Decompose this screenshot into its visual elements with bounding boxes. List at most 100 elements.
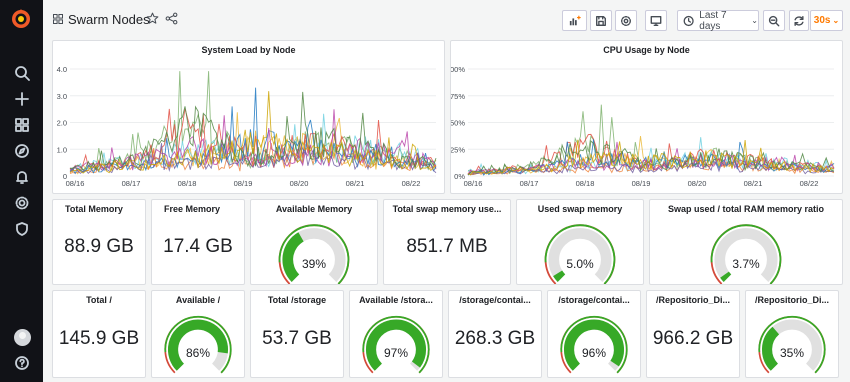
refresh-icon — [794, 15, 804, 26]
gauge-value: 35% — [779, 345, 805, 360]
tv-icon — [650, 15, 662, 26]
refresh-interval-picker[interactable]: 30s ⌄ — [810, 10, 843, 31]
gauge-panel[interactable]: Available / 86% — [151, 290, 245, 378]
y-tick-label: 2.0 — [57, 119, 67, 128]
system-load-panel[interactable]: 4.0 3.0 2.0 1.0 0 08/16 08/17 08/18 08/19 08/20 08… — [52, 40, 445, 194]
panel-title: /Repositorio_Di... — [655, 295, 730, 305]
x-tick-label: 08/22 — [800, 179, 819, 188]
configuration-icon[interactable] — [11, 192, 33, 214]
star-icon[interactable] — [146, 12, 159, 25]
gauge-panel[interactable]: Used swap memory 5.0% — [516, 199, 644, 285]
alerting-icon[interactable] — [11, 166, 33, 188]
gauge-arc — [164, 315, 232, 374]
time-range-picker[interactable]: Last 7 days ⌄ — [677, 9, 759, 32]
help-icon[interactable] — [11, 352, 33, 374]
panel-title: Available / — [175, 295, 221, 305]
stat-panel[interactable]: /storage/contai... 268.3 GB — [448, 290, 542, 378]
gauge-arc — [560, 315, 628, 374]
chart-canvas[interactable]: 100%75%50%25%0%08/1608/1708/1808/1908/20… — [451, 41, 843, 194]
y-tick-label: 4.0 — [57, 65, 67, 74]
y-tick-label: 1.0 — [57, 145, 67, 154]
panel-title: Free Memory — [164, 204, 221, 214]
gauge-value: 5.0% — [566, 256, 594, 271]
gauge-arc — [278, 224, 350, 284]
save-button[interactable] — [590, 10, 612, 31]
gauge-panel[interactable]: Available Memory 39% — [250, 199, 378, 285]
gauge-panel[interactable]: Available /stora... 97% — [349, 290, 443, 378]
explore-icon[interactable] — [11, 140, 33, 162]
zoom-out-icon — [768, 15, 780, 26]
dashboard-toolbar: Swarm Nodes Last 7 days ⌄ 30s ⌄ — [43, 0, 850, 39]
refresh-interval-label: 30s — [813, 15, 831, 26]
stat-value: 851.7 MB — [406, 236, 488, 258]
x-tick-label: 08/19 — [632, 179, 651, 188]
zoom-out-button[interactable] — [763, 10, 785, 31]
share-icon[interactable] — [165, 12, 178, 25]
x-tick-label: 08/16 — [464, 179, 483, 188]
gauge-arc — [544, 224, 616, 284]
y-tick-label: 3.0 — [57, 92, 67, 101]
panel-title: Total /storage — [267, 295, 327, 305]
gauge-value: 39% — [301, 256, 327, 271]
stat-value: 17.4 GB — [163, 236, 233, 258]
plus-icon[interactable] — [11, 88, 33, 110]
add-panel-button[interactable] — [562, 10, 587, 31]
shield-icon[interactable] — [11, 218, 33, 240]
add-panel-icon — [569, 15, 581, 25]
x-tick-label: 08/17 — [520, 179, 539, 188]
y-tick-label: 25% — [451, 145, 465, 154]
stat-value: 53.7 GB — [262, 327, 332, 349]
panel-title: System Load by Node — [201, 45, 296, 55]
clock-icon — [683, 15, 694, 26]
cpu-usage-panel[interactable]: 100%75%50%25%0%08/1608/1708/1808/1908/20… — [450, 40, 843, 194]
gauge-arc — [710, 224, 782, 284]
x-tick-label: 08/22 — [402, 179, 421, 188]
x-tick-label: 08/21 — [744, 179, 763, 188]
chart-canvas[interactable]: 4.03.02.01.0008/16 08/17 08/18 08/19 08/20 08… — [53, 41, 445, 194]
stat-value: 145.9 GB — [58, 327, 140, 349]
panel-title: /Repositorio_Di... — [754, 295, 829, 305]
dashboards-icon[interactable] — [11, 114, 33, 136]
settings-icon — [621, 15, 631, 26]
stat-panel[interactable]: /Repositorio_Di... 966.2 GB — [646, 290, 740, 378]
panel-title: Used swap memory — [537, 204, 623, 214]
stat-value: 268.3 GB — [454, 327, 536, 349]
sidebar — [0, 0, 43, 382]
panel-title: /storage/contai... — [558, 295, 630, 305]
stat-panel[interactable]: Total /storage 53.7 GB — [250, 290, 344, 378]
grafana-logo[interactable] — [10, 8, 32, 30]
gauge-arc — [758, 315, 826, 374]
panel-title: Available Memory — [275, 204, 353, 214]
gauge-value: 97% — [383, 345, 409, 360]
tv-mode-button[interactable] — [645, 10, 667, 31]
panel-title: Total swap memory use... — [392, 204, 502, 214]
gauge-panel[interactable]: Swap used / total RAM memory ratio 3.7% — [649, 199, 843, 285]
gauge-value: 96% — [581, 345, 607, 360]
panel-title: Swap used / total RAM memory ratio — [667, 204, 825, 214]
search-icon[interactable] — [11, 62, 33, 84]
gauge-panel[interactable]: /storage/contai... 96% — [547, 290, 641, 378]
x-tick-label: 08/19 — [234, 179, 253, 188]
time-range-label: Last 7 days — [699, 9, 727, 32]
stat-panel[interactable]: Total / 145.9 GB — [52, 290, 146, 378]
grid-icon — [53, 14, 63, 24]
y-tick-label: 50% — [451, 119, 465, 128]
x-tick-label: 08/21 — [346, 179, 365, 188]
x-tick-label: 08/17 — [122, 179, 141, 188]
dashboard-title[interactable]: Swarm Nodes — [68, 12, 150, 27]
chevron-down-icon: ⌄ — [832, 16, 840, 25]
x-tick-label: 08/18 — [178, 179, 197, 188]
settings-button[interactable] — [615, 10, 637, 31]
panel-title: Available /stora... — [359, 295, 433, 305]
avatar[interactable] — [14, 329, 31, 346]
panel-title: /storage/contai... — [459, 295, 531, 305]
stat-panel[interactable]: Total swap memory use... 851.7 MB — [383, 199, 511, 285]
stat-panel[interactable]: Free Memory 17.4 GB — [151, 199, 245, 285]
refresh-button[interactable] — [789, 10, 809, 31]
panel-title: Total Memory — [65, 204, 123, 214]
x-tick-label: 08/20 — [688, 179, 707, 188]
stat-panel[interactable]: Total Memory 88.9 GB — [52, 199, 146, 285]
gauge-panel[interactable]: /Repositorio_Di... 35% — [745, 290, 839, 378]
y-tick-label: 75% — [451, 92, 465, 101]
stat-value: 966.2 GB — [652, 327, 734, 349]
